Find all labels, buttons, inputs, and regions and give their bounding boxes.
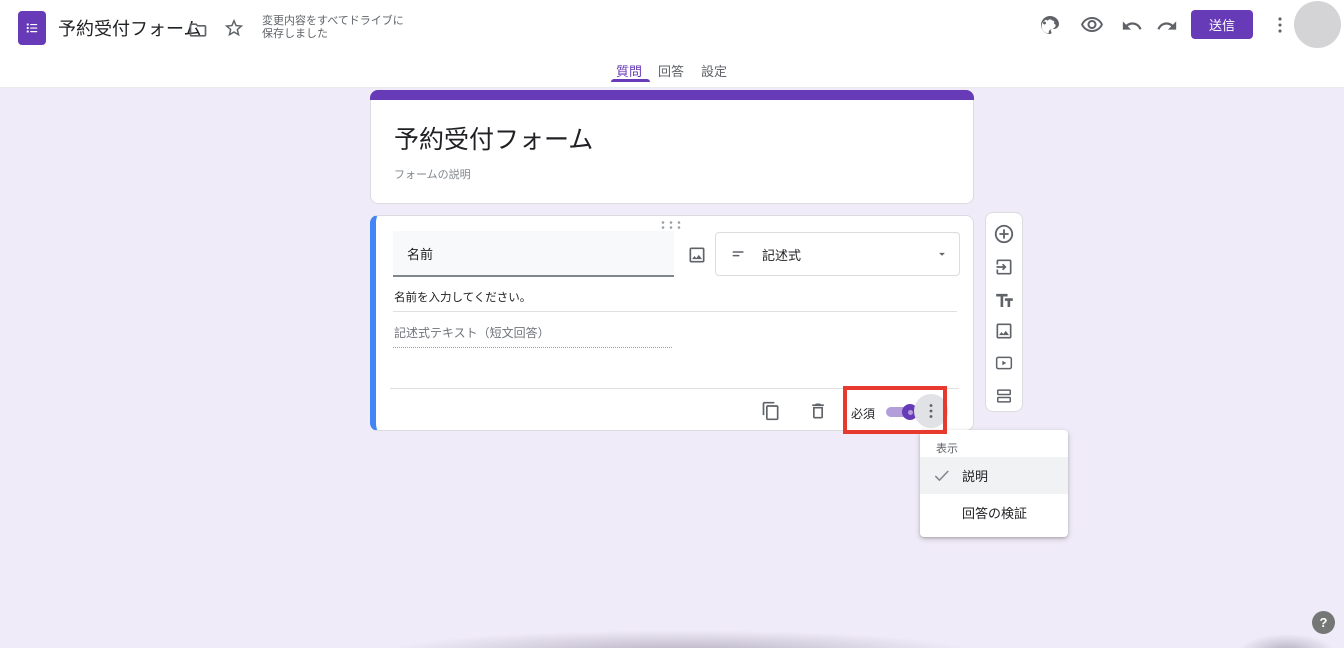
- form-description-field[interactable]: フォームの説明: [394, 166, 471, 182]
- add-section-icon: [994, 386, 1014, 406]
- question-type-dropdown[interactable]: 記述式: [715, 232, 960, 276]
- delete-question-button[interactable]: [806, 399, 830, 423]
- palette-icon: [1038, 13, 1062, 37]
- active-tab-indicator: [611, 79, 650, 82]
- google-forms-editor: 予約受付フォーム 変更内容をすべてドライブに 保存しました: [0, 0, 1344, 648]
- add-image-to-question-button[interactable]: [685, 243, 709, 267]
- question-type-label: 記述式: [762, 245, 935, 264]
- app-header: 予約受付フォーム 変更内容をすべてドライブに 保存しました: [0, 0, 1344, 56]
- help-button[interactable]: ?: [1312, 611, 1335, 634]
- save-status[interactable]: 変更内容をすべてドライブに 保存しました: [262, 15, 404, 41]
- image-icon: [994, 321, 1014, 341]
- duplicate-question-button[interactable]: [759, 399, 783, 423]
- form-title-field[interactable]: 予約受付フォーム: [394, 120, 593, 156]
- form-title-card: 予約受付フォーム フォームの説明: [370, 90, 974, 204]
- star-icon: [223, 17, 245, 39]
- import-questions-icon: [994, 257, 1014, 277]
- trash-icon: [808, 401, 828, 421]
- window-bottom-shadow: [300, 622, 1060, 648]
- preview-button[interactable]: [1080, 13, 1104, 37]
- video-icon: [994, 353, 1014, 373]
- tab-settings[interactable]: 設定: [701, 61, 727, 80]
- move-to-folder-button[interactable]: [186, 18, 210, 42]
- question-description-field[interactable]: 名前を入力してください。: [394, 289, 531, 305]
- add-title-description-button[interactable]: [992, 287, 1016, 311]
- header-more-button[interactable]: [1268, 13, 1292, 37]
- menu-item-description[interactable]: 説明: [920, 457, 1068, 494]
- question-title-input[interactable]: 名前: [393, 231, 674, 277]
- account-avatar[interactable]: [1294, 1, 1341, 48]
- tab-bar: 質問 回答 設定: [0, 56, 1344, 88]
- add-circle-icon: [993, 223, 1015, 245]
- add-question-button[interactable]: [992, 222, 1016, 246]
- undo-button[interactable]: [1120, 14, 1144, 38]
- add-video-button[interactable]: [992, 351, 1016, 375]
- menu-item-label: 説明: [962, 466, 988, 485]
- theme-button[interactable]: [1038, 13, 1062, 37]
- send-button[interactable]: 送信: [1191, 10, 1253, 39]
- import-questions-button[interactable]: [992, 255, 1016, 279]
- tab-responses[interactable]: 回答: [658, 61, 684, 80]
- drag-handle-icon[interactable]: [660, 220, 682, 230]
- answer-placeholder: 記述式テキスト（短文回答）: [394, 324, 550, 341]
- document-title[interactable]: 予約受付フォーム: [58, 17, 201, 41]
- star-button[interactable]: [222, 16, 246, 40]
- help-label: ?: [1320, 615, 1328, 630]
- forms-logo-icon: [23, 19, 41, 37]
- form-accent-bar: [370, 90, 974, 100]
- copy-icon: [761, 401, 781, 421]
- editor-toolbar: [985, 212, 1023, 412]
- add-section-button[interactable]: [992, 384, 1016, 408]
- forms-logo[interactable]: [18, 11, 46, 45]
- redo-icon: [1156, 15, 1178, 37]
- description-underline: [393, 311, 957, 312]
- short-answer-icon: [730, 244, 750, 264]
- save-status-line1: 変更内容をすべてドライブに: [262, 15, 404, 28]
- kebab-menu-icon: [1269, 14, 1291, 36]
- tab-questions[interactable]: 質問: [616, 61, 642, 80]
- menu-section-label: 表示: [936, 440, 958, 456]
- save-status-line2: 保存しました: [262, 28, 404, 41]
- add-image-button[interactable]: [992, 319, 1016, 343]
- redo-button[interactable]: [1155, 14, 1179, 38]
- menu-item-response-validation[interactable]: 回答の検証: [920, 494, 1068, 531]
- image-icon: [687, 245, 707, 265]
- checkmark-icon: [932, 466, 952, 486]
- folder-icon: [188, 20, 208, 40]
- annotation-highlight-box: [843, 386, 947, 434]
- eye-icon: [1080, 13, 1104, 37]
- chevron-down-icon: [935, 247, 949, 261]
- undo-icon: [1121, 15, 1143, 37]
- menu-item-label: 回答の検証: [962, 503, 1027, 522]
- answer-dotted-underline: [393, 347, 672, 348]
- text-fields-icon: [994, 289, 1015, 310]
- question-options-menu: 表示 説明 回答の検証: [920, 430, 1068, 537]
